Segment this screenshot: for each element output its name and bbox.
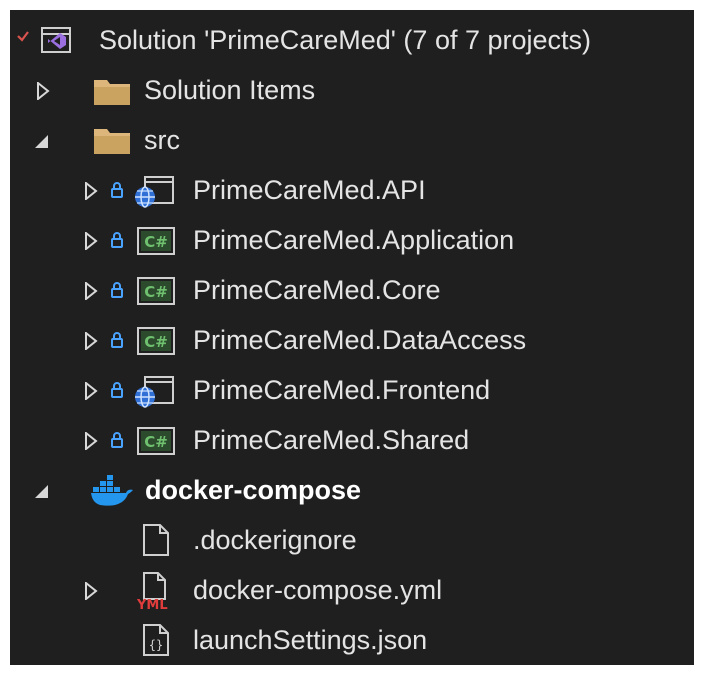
lock-icon (110, 331, 124, 349)
csharp-project-icon: C# (136, 426, 176, 456)
collapse-arrow-icon[interactable] (35, 485, 48, 498)
file-label: .dockerignore (193, 525, 357, 555)
docker-icon (90, 475, 134, 507)
lock-icon (110, 281, 124, 299)
tree-row-docker-compose[interactable]: docker-compose (10, 465, 694, 515)
web-project-icon (131, 174, 177, 208)
tree-row-project[interactable]: C# PrimeCareMed.Shared (10, 415, 694, 465)
csharp-project-icon: C# (136, 276, 176, 306)
tree-row-solution[interactable]: Solution 'PrimeCareMed' (7 of 7 projects… (10, 15, 694, 65)
svg-text:{}: {} (149, 638, 163, 652)
visual-studio-solution-icon (38, 25, 74, 57)
tree-row-solution-items[interactable]: Solution Items (10, 65, 694, 115)
svg-text:C#: C# (144, 433, 168, 451)
expand-arrow-icon[interactable] (84, 382, 98, 400)
folder-icon (93, 76, 131, 106)
expand-arrow-icon[interactable] (84, 432, 98, 450)
lock-icon (110, 181, 124, 199)
folder-label: src (144, 125, 180, 155)
solution-explorer-tree: Solution 'PrimeCareMed' (7 of 7 projects… (10, 10, 694, 665)
lock-icon (110, 381, 124, 399)
tree-row-src[interactable]: src (10, 115, 694, 165)
project-label: PrimeCareMed.Core (193, 275, 441, 305)
svg-text:C#: C# (144, 333, 168, 351)
collapse-arrow-icon[interactable] (35, 135, 48, 148)
checkmark-icon (16, 29, 30, 43)
tree-row-project[interactable]: PrimeCareMed.API (10, 165, 694, 215)
expand-arrow-icon[interactable] (84, 582, 98, 600)
file-icon (142, 523, 170, 557)
file-label: docker-compose.yml (193, 575, 443, 605)
expand-arrow-icon[interactable] (84, 332, 98, 350)
lock-icon (110, 431, 124, 449)
svg-text:C#: C# (144, 233, 168, 251)
expand-arrow-icon[interactable] (36, 82, 50, 100)
tree-row-project[interactable]: C# PrimeCareMed.Application (10, 215, 694, 265)
expand-arrow-icon[interactable] (84, 282, 98, 300)
docker-compose-label: docker-compose (145, 475, 362, 505)
project-label: PrimeCareMed.Frontend (193, 375, 491, 405)
folder-label: Solution Items (144, 75, 316, 105)
expand-arrow-icon[interactable] (84, 232, 98, 250)
expand-arrow-icon[interactable] (84, 182, 98, 200)
folder-icon (93, 125, 131, 155)
lock-icon (110, 231, 124, 249)
yml-file-icon: YML (136, 571, 180, 611)
file-label: launchSettings.json (193, 625, 428, 655)
csharp-project-icon: C# (136, 326, 176, 356)
yml-badge: YML (136, 598, 168, 611)
project-label: PrimeCareMed.DataAccess (193, 325, 527, 355)
project-label: PrimeCareMed.API (193, 175, 426, 205)
json-file-icon: {} (142, 623, 170, 657)
project-label: PrimeCareMed.Application (193, 225, 515, 255)
tree-row-file[interactable]: .dockerignore (10, 515, 694, 565)
csharp-project-icon: C# (136, 226, 176, 256)
tree-row-project[interactable]: C# PrimeCareMed.DataAccess (10, 315, 694, 365)
tree-row-project[interactable]: C# PrimeCareMed.Core (10, 265, 694, 315)
tree-row-file[interactable]: {} launchSettings.json (10, 615, 694, 665)
tree-row-file[interactable]: YML docker-compose.yml (10, 565, 694, 615)
tree-row-project[interactable]: PrimeCareMed.Frontend (10, 365, 694, 415)
solution-title: Solution 'PrimeCareMed' (7 of 7 projects… (99, 25, 592, 55)
project-label: PrimeCareMed.Shared (193, 425, 470, 455)
svg-text:C#: C# (144, 283, 168, 301)
web-project-icon (131, 374, 177, 408)
